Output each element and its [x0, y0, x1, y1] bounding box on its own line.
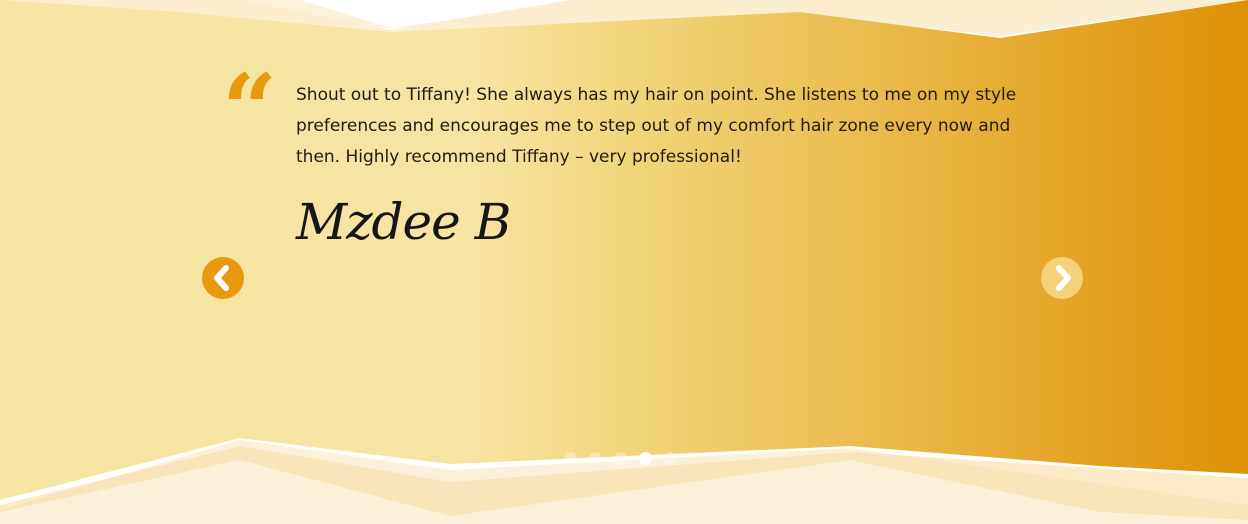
chevron-right-icon [1056, 265, 1071, 291]
quote-icon: “ [222, 53, 278, 166]
chevron-left-icon [214, 265, 229, 291]
slide-pagination [564, 451, 677, 465]
next-slide-button[interactable] [1041, 257, 1083, 299]
pagination-dot-4[interactable] [639, 451, 652, 465]
band-main [0, 0, 1248, 500]
pagination-dot-3[interactable] [614, 451, 627, 465]
previous-slide-button[interactable] [202, 257, 244, 299]
pagination-dot-2[interactable] [589, 451, 602, 465]
pagination-dot-5[interactable] [664, 451, 677, 465]
pagination-dot-1[interactable] [564, 451, 577, 465]
testimonial-text: Shout out to Tiffany! She always has my … [296, 85, 1017, 167]
testimonial-author: Mzdee B [296, 193, 511, 251]
